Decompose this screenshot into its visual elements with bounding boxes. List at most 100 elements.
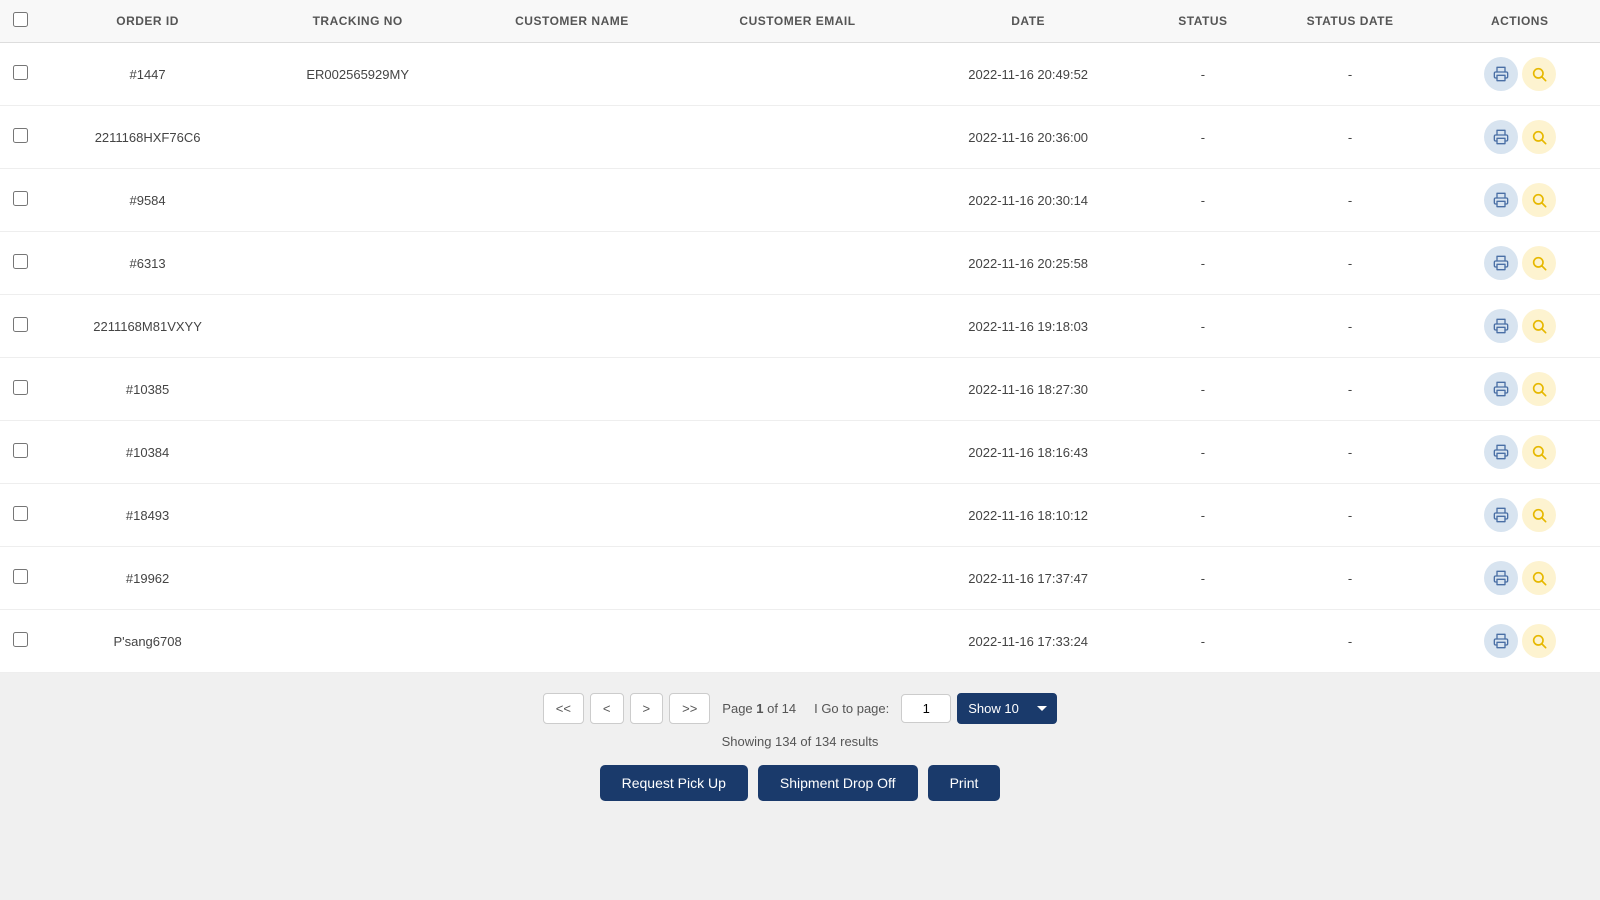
date-cell: 2022-11-16 20:25:58 <box>911 232 1145 295</box>
table-row: #95842022-11-16 20:30:14-- <box>0 169 1600 232</box>
view-row-button[interactable] <box>1522 57 1556 91</box>
tracking-no-cell <box>255 358 460 421</box>
actions-cell <box>1439 610 1600 673</box>
last-page-button[interactable]: >> <box>669 693 710 724</box>
actions-cell <box>1439 358 1600 421</box>
date-cell: 2022-11-16 20:30:14 <box>911 169 1145 232</box>
row-checkbox-cell[interactable] <box>0 169 40 232</box>
tracking-no-cell <box>255 232 460 295</box>
row-checkbox-cell[interactable] <box>0 43 40 106</box>
view-row-button[interactable] <box>1522 120 1556 154</box>
view-row-button[interactable] <box>1522 183 1556 217</box>
date-header: DATE <box>911 0 1145 43</box>
customer-name-cell <box>460 106 683 169</box>
row-checkbox[interactable] <box>13 317 28 332</box>
row-checkbox-cell[interactable] <box>0 232 40 295</box>
row-checkbox[interactable] <box>13 632 28 647</box>
row-checkbox[interactable] <box>13 191 28 206</box>
status-date-cell: - <box>1261 547 1440 610</box>
print-row-button[interactable] <box>1484 435 1518 469</box>
row-checkbox[interactable] <box>13 443 28 458</box>
go-to-page-input[interactable] <box>901 694 951 723</box>
total-pages: 14 <box>782 701 796 716</box>
table-row: #103842022-11-16 18:16:43-- <box>0 421 1600 484</box>
table-row: #1447ER002565929MY2022-11-16 20:49:52-- <box>0 43 1600 106</box>
print-row-button[interactable] <box>1484 120 1518 154</box>
actions-cell <box>1439 232 1600 295</box>
show-select[interactable]: Show 10 Show 25 Show 50 Show 100 <box>957 693 1057 724</box>
row-checkbox[interactable] <box>13 65 28 80</box>
print-row-button[interactable] <box>1484 246 1518 280</box>
view-row-button[interactable] <box>1522 372 1556 406</box>
prev-page-button[interactable]: < <box>590 693 624 724</box>
view-row-button[interactable] <box>1522 435 1556 469</box>
print-row-button[interactable] <box>1484 57 1518 91</box>
row-checkbox[interactable] <box>13 569 28 584</box>
view-row-button[interactable] <box>1522 561 1556 595</box>
order-id-cell: #1447 <box>40 43 255 106</box>
date-cell: 2022-11-16 17:33:24 <box>911 610 1145 673</box>
print-all-button[interactable]: Print <box>928 765 1001 801</box>
status-date-header: STATUS DATE <box>1261 0 1440 43</box>
status-date-cell: - <box>1261 421 1440 484</box>
tracking-no-cell <box>255 169 460 232</box>
view-row-button[interactable] <box>1522 246 1556 280</box>
date-cell: 2022-11-16 18:16:43 <box>911 421 1145 484</box>
select-all-checkbox[interactable] <box>13 12 28 27</box>
customer-name-cell <box>460 232 683 295</box>
view-row-button[interactable] <box>1522 498 1556 532</box>
order-id-cell: #9584 <box>40 169 255 232</box>
next-page-button[interactable]: > <box>630 693 664 724</box>
order-id-cell: #10385 <box>40 358 255 421</box>
customer-email-header: CUSTOMER EMAIL <box>684 0 912 43</box>
print-row-button[interactable] <box>1484 624 1518 658</box>
customer-name-cell <box>460 43 683 106</box>
row-checkbox[interactable] <box>13 254 28 269</box>
row-checkbox[interactable] <box>13 506 28 521</box>
date-cell: 2022-11-16 18:27:30 <box>911 358 1145 421</box>
row-checkbox-cell[interactable] <box>0 106 40 169</box>
status-cell: - <box>1145 43 1261 106</box>
select-all-header[interactable] <box>0 0 40 43</box>
tracking-no-header: TRACKING NO <box>255 0 460 43</box>
customer-email-cell <box>684 43 912 106</box>
shipment-drop-off-button[interactable]: Shipment Drop Off <box>758 765 918 801</box>
date-cell: 2022-11-16 17:37:47 <box>911 547 1145 610</box>
customer-email-cell <box>684 421 912 484</box>
print-row-button[interactable] <box>1484 372 1518 406</box>
request-pickup-button[interactable]: Request Pick Up <box>600 765 748 801</box>
tracking-no-cell <box>255 295 460 358</box>
status-cell: - <box>1145 106 1261 169</box>
tracking-no-cell <box>255 106 460 169</box>
view-row-button[interactable] <box>1522 309 1556 343</box>
view-row-button[interactable] <box>1522 624 1556 658</box>
print-row-button[interactable] <box>1484 561 1518 595</box>
status-cell: - <box>1145 358 1261 421</box>
customer-email-cell <box>684 232 912 295</box>
row-checkbox-cell[interactable] <box>0 610 40 673</box>
row-checkbox-cell[interactable] <box>0 547 40 610</box>
row-checkbox-cell[interactable] <box>0 295 40 358</box>
print-row-button[interactable] <box>1484 183 1518 217</box>
print-row-button[interactable] <box>1484 309 1518 343</box>
row-checkbox-cell[interactable] <box>0 358 40 421</box>
action-buttons: Request Pick Up Shipment Drop Off Print <box>600 765 1001 801</box>
order-id-header: ORDER ID <box>40 0 255 43</box>
tracking-no-cell <box>255 484 460 547</box>
status-cell: - <box>1145 484 1261 547</box>
first-page-button[interactable]: << <box>543 693 584 724</box>
order-id-cell: #6313 <box>40 232 255 295</box>
row-checkbox-cell[interactable] <box>0 484 40 547</box>
row-checkbox-cell[interactable] <box>0 421 40 484</box>
row-checkbox[interactable] <box>13 128 28 143</box>
tracking-no-cell: ER002565929MY <box>255 43 460 106</box>
table-row: #184932022-11-16 18:10:12-- <box>0 484 1600 547</box>
order-id-cell: #18493 <box>40 484 255 547</box>
customer-name-header: CUSTOMER NAME <box>460 0 683 43</box>
print-row-button[interactable] <box>1484 498 1518 532</box>
results-info: Showing 134 of 134 results <box>722 734 879 749</box>
status-cell: - <box>1145 421 1261 484</box>
current-page: 1 <box>756 701 763 716</box>
row-checkbox[interactable] <box>13 380 28 395</box>
table-row: #103852022-11-16 18:27:30-- <box>0 358 1600 421</box>
